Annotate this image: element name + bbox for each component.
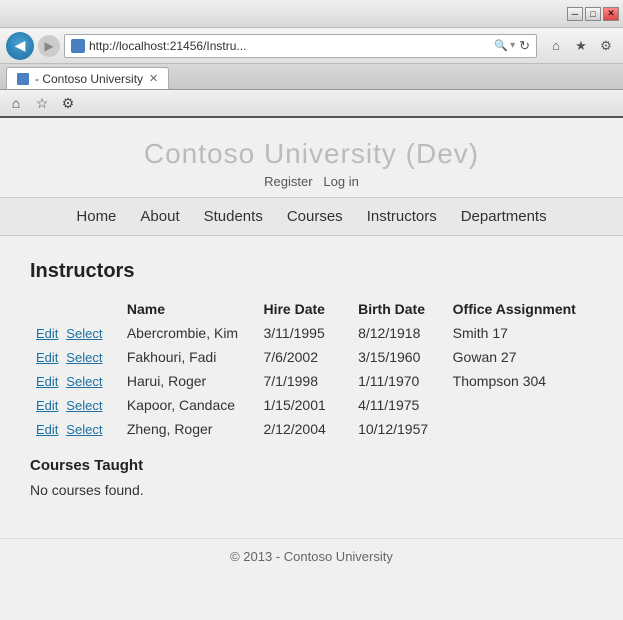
register-link[interactable]: Register bbox=[264, 174, 312, 189]
edit-link[interactable]: Edit bbox=[36, 398, 58, 413]
col-birth-header: Birth Date bbox=[352, 297, 447, 321]
instructor-name: Abercrombie, Kim bbox=[121, 321, 258, 345]
hire-date: 7/6/2002 bbox=[257, 345, 352, 369]
nav-about[interactable]: About bbox=[140, 208, 179, 225]
nav-menu: Home About Students Courses Instructors … bbox=[0, 197, 623, 236]
site-header: Contoso University (Dev) Register Log in bbox=[0, 118, 623, 197]
hire-date: 3/11/1995 bbox=[257, 321, 352, 345]
refresh-icon[interactable]: ↻ bbox=[519, 38, 530, 54]
birth-date: 4/11/1975 bbox=[352, 393, 447, 417]
tab-bar: - Contoso University ✕ bbox=[0, 64, 623, 90]
table-row: Edit Select Fakhouri, Fadi 7/6/2002 3/15… bbox=[30, 345, 593, 369]
browser-icons: ⌂ ★ ⚙ bbox=[545, 35, 617, 57]
dropdown-icon: ▾ bbox=[510, 40, 515, 51]
title-bar: ─ □ ✕ bbox=[0, 0, 623, 28]
table-row: Edit Select Kapoor, Candace 1/15/2001 4/… bbox=[30, 393, 593, 417]
active-tab[interactable]: - Contoso University ✕ bbox=[6, 67, 169, 89]
auth-links: Register Log in bbox=[0, 174, 623, 189]
instructors-table: Name Hire Date Birth Date Office Assignm… bbox=[30, 297, 593, 441]
office-assignment: Gowan 27 bbox=[447, 345, 593, 369]
close-button[interactable]: ✕ bbox=[603, 7, 619, 21]
office-assignment bbox=[447, 417, 593, 441]
nav-instructors[interactable]: Instructors bbox=[367, 208, 437, 225]
table-row: Edit Select Abercrombie, Kim 3/11/1995 8… bbox=[30, 321, 593, 345]
nav-courses[interactable]: Courses bbox=[287, 208, 343, 225]
toolbar-settings-icon[interactable]: ⚙ bbox=[58, 93, 78, 113]
office-assignment: Smith 17 bbox=[447, 321, 593, 345]
birth-date: 3/15/1960 bbox=[352, 345, 447, 369]
no-courses-text: No courses found. bbox=[30, 482, 593, 498]
table-row: Edit Select Harui, Roger 7/1/1998 1/11/1… bbox=[30, 369, 593, 393]
hire-date: 2/12/2004 bbox=[257, 417, 352, 441]
hire-date: 1/15/2001 bbox=[257, 393, 352, 417]
row-actions: Edit Select bbox=[30, 321, 121, 345]
courses-section: Courses Taught No courses found. bbox=[30, 457, 593, 498]
instructor-name: Zheng, Roger bbox=[121, 417, 258, 441]
col-office-header: Office Assignment bbox=[447, 297, 593, 321]
favorites-icon[interactable]: ★ bbox=[570, 35, 592, 57]
navigation-bar: ◀ ▶ http://localhost:21456/Instru... 🔍 ▾… bbox=[0, 28, 623, 64]
birth-date: 8/12/1918 bbox=[352, 321, 447, 345]
row-actions: Edit Select bbox=[30, 369, 121, 393]
edit-link[interactable]: Edit bbox=[36, 350, 58, 365]
select-link[interactable]: Select bbox=[66, 422, 102, 437]
nav-departments[interactable]: Departments bbox=[461, 208, 547, 225]
address-icon bbox=[71, 39, 85, 53]
search-icon: 🔍 bbox=[494, 39, 508, 52]
toolbar: ⌂ ☆ ⚙ bbox=[0, 90, 623, 118]
birth-date: 1/11/1970 bbox=[352, 369, 447, 393]
office-assignment bbox=[447, 393, 593, 417]
edit-link[interactable]: Edit bbox=[36, 326, 58, 341]
site-title: Contoso University (Dev) bbox=[0, 138, 623, 170]
toolbar-home-icon[interactable]: ⌂ bbox=[6, 93, 26, 113]
login-link[interactable]: Log in bbox=[323, 174, 358, 189]
office-assignment: Thompson 304 bbox=[447, 369, 593, 393]
row-actions: Edit Select bbox=[30, 345, 121, 369]
row-actions: Edit Select bbox=[30, 417, 121, 441]
hire-date: 7/1/1998 bbox=[257, 369, 352, 393]
home-icon[interactable]: ⌂ bbox=[545, 35, 567, 57]
courses-heading: Courses Taught bbox=[30, 457, 593, 474]
tab-label: - Contoso University bbox=[35, 72, 143, 86]
col-actions-header bbox=[30, 297, 121, 321]
window-controls: ─ □ ✕ bbox=[567, 7, 619, 21]
select-link[interactable]: Select bbox=[66, 398, 102, 413]
instructor-name: Fakhouri, Fadi bbox=[121, 345, 258, 369]
instructor-name: Kapoor, Candace bbox=[121, 393, 258, 417]
page-heading: Instructors bbox=[30, 260, 593, 283]
address-text: http://localhost:21456/Instru... bbox=[89, 39, 490, 53]
select-link[interactable]: Select bbox=[66, 374, 102, 389]
page-content: Contoso University (Dev) Register Log in… bbox=[0, 118, 623, 620]
maximize-button[interactable]: □ bbox=[585, 7, 601, 21]
row-actions: Edit Select bbox=[30, 393, 121, 417]
edit-link[interactable]: Edit bbox=[36, 374, 58, 389]
col-hire-header: Hire Date bbox=[257, 297, 352, 321]
address-bar[interactable]: http://localhost:21456/Instru... 🔍 ▾ ↻ bbox=[64, 34, 537, 58]
tab-favicon bbox=[17, 73, 29, 85]
settings-icon[interactable]: ⚙ bbox=[595, 35, 617, 57]
back-button[interactable]: ◀ bbox=[6, 32, 34, 60]
toolbar-star-icon[interactable]: ☆ bbox=[32, 93, 52, 113]
nav-students[interactable]: Students bbox=[204, 208, 263, 225]
tab-close-button[interactable]: ✕ bbox=[149, 72, 158, 85]
select-link[interactable]: Select bbox=[66, 350, 102, 365]
birth-date: 10/12/1957 bbox=[352, 417, 447, 441]
table-row: Edit Select Zheng, Roger 2/12/2004 10/12… bbox=[30, 417, 593, 441]
col-name-header: Name bbox=[121, 297, 258, 321]
instructor-name: Harui, Roger bbox=[121, 369, 258, 393]
page-footer: © 2013 - Contoso University bbox=[0, 538, 623, 574]
nav-home[interactable]: Home bbox=[76, 208, 116, 225]
forward-button[interactable]: ▶ bbox=[38, 35, 60, 57]
select-link[interactable]: Select bbox=[66, 326, 102, 341]
edit-link[interactable]: Edit bbox=[36, 422, 58, 437]
minimize-button[interactable]: ─ bbox=[567, 7, 583, 21]
main-area: Instructors Name Hire Date Birth Date Of… bbox=[0, 252, 623, 518]
